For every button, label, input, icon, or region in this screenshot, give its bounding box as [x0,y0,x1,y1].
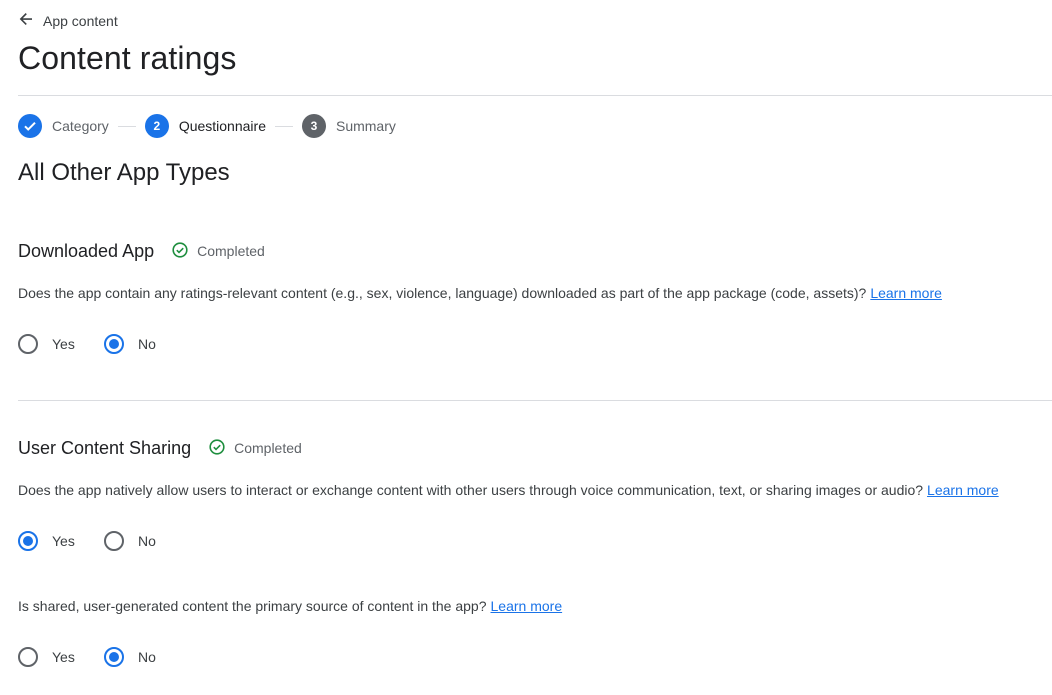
radio-option-no[interactable]: No [104,334,156,354]
user-content-sharing-heading: User Content Sharing [18,437,192,458]
radio-no[interactable] [104,334,124,354]
step-summary[interactable]: 3 Summary [301,114,396,138]
sharing-question-1: Does the app natively allow users to int… [18,480,999,500]
learn-more-link[interactable]: Learn more [870,285,942,301]
downloaded-radio-group: Yes No [18,333,156,355]
radio-option-yes[interactable]: Yes [18,531,104,551]
check-circle-icon [172,241,188,261]
radio-no[interactable] [104,531,124,551]
radio-label-yes: Yes [52,649,75,665]
radio-yes[interactable] [18,334,38,354]
downloaded-question: Does the app contain any ratings-relevan… [18,283,942,303]
status-text: Completed [197,243,265,259]
step-label-questionnaire: Questionnaire [178,118,266,134]
arrow-back-icon [18,11,34,32]
step-label-category: Category [52,118,109,134]
header-divider [18,95,1052,96]
step-number-summary: 3 [301,114,326,138]
radio-option-no[interactable]: No [104,531,156,551]
question-text: Does the app contain any ratings-relevan… [18,285,867,301]
page-title: Content ratings [18,40,237,76]
radio-option-no[interactable]: No [104,647,156,667]
sharing-q2-radio-group: Yes No [18,646,156,668]
radio-label-no: No [138,336,156,352]
radio-yes[interactable] [18,647,38,667]
radio-label-yes: Yes [52,336,75,352]
learn-more-link[interactable]: Learn more [491,598,563,614]
sharing-q1-radio-group: Yes No [18,530,156,552]
radio-option-yes[interactable]: Yes [18,334,104,354]
user-content-sharing-header: User Content Sharing Completed [18,436,302,460]
sharing-question-2: Is shared, user-generated content the pr… [18,596,562,616]
radio-option-yes[interactable]: Yes [18,647,104,667]
radio-label-no: No [138,533,156,549]
stepper: Category 2 Questionnaire 3 Summary [18,113,396,139]
learn-more-link[interactable]: Learn more [927,482,999,498]
radio-label-yes: Yes [52,533,75,549]
radio-no[interactable] [104,647,124,667]
status-badge: Completed [172,241,265,261]
status-text: Completed [234,440,302,456]
downloaded-app-header: Downloaded App Completed [18,239,265,263]
step-questionnaire[interactable]: 2 Questionnaire [144,114,266,138]
check-icon [18,114,42,138]
back-link[interactable]: App content [18,11,118,31]
step-category[interactable]: Category [18,114,109,138]
section-divider [18,400,1052,401]
step-number-questionnaire: 2 [144,114,169,138]
back-link-label: App content [43,13,118,29]
step-connector [274,125,293,127]
check-circle-icon [209,438,225,458]
question-text: Is shared, user-generated content the pr… [18,598,487,614]
section-title: All Other App Types [18,159,230,186]
downloaded-app-heading: Downloaded App [18,240,155,261]
radio-label-no: No [138,649,156,665]
step-connector [117,125,136,127]
question-text: Does the app natively allow users to int… [18,482,924,498]
step-label-summary: Summary [335,118,396,134]
radio-yes[interactable] [18,531,38,551]
status-badge: Completed [209,438,302,458]
